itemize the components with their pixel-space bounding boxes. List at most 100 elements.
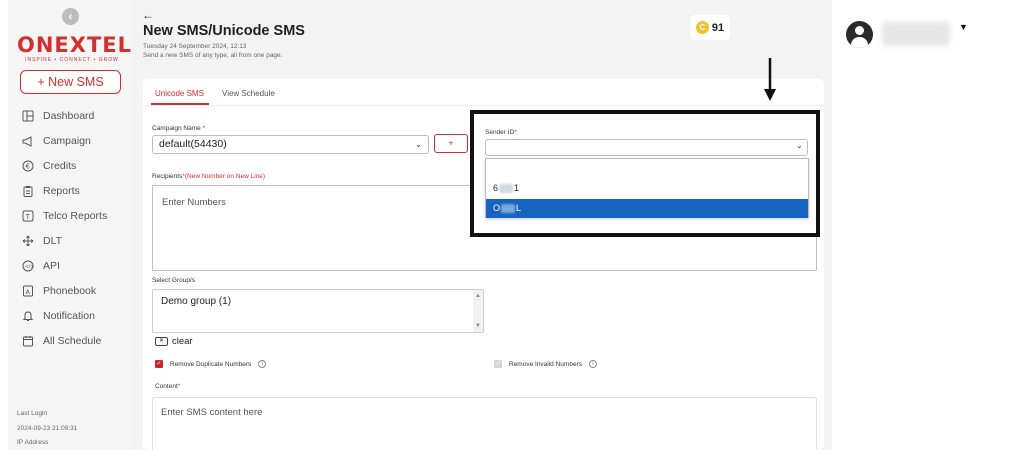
remove-duplicates-row: ✓ Remove Duplicate Numbers i bbox=[155, 360, 267, 368]
dashboard-icon bbox=[22, 110, 34, 122]
remove-invalid-row: ✓ Remove Invalid Numbers i bbox=[494, 360, 597, 368]
clipboard-icon bbox=[22, 185, 34, 197]
sidebar: ‹ ONEXTEL INSPIRE • CONNECT • GROW + New… bbox=[8, 0, 133, 450]
remove-invalid-checkbox[interactable]: ✓ bbox=[494, 360, 502, 368]
svg-text:</>: </> bbox=[25, 264, 34, 270]
back-arrow-icon[interactable]: ← bbox=[142, 8, 154, 22]
campaign-name-label-text: Campaign Name bbox=[152, 125, 201, 132]
redacted-text bbox=[499, 184, 514, 194]
calendar-icon bbox=[22, 335, 34, 347]
api-icon: </> bbox=[22, 260, 34, 272]
page-title: New SMS/Unicode SMS bbox=[143, 23, 305, 39]
page-date: Tuesday 24 September 2024, 12:13 bbox=[143, 43, 247, 50]
tab-divider bbox=[143, 105, 824, 106]
sender-id-dropdown-list: 61 OL bbox=[485, 158, 809, 218]
sidebar-item-dlt[interactable]: DLT bbox=[22, 228, 134, 253]
coin-icon: C bbox=[695, 21, 709, 34]
move-icon bbox=[22, 235, 34, 247]
groups-scrollbar[interactable]: ▲ ▼ bbox=[473, 290, 483, 332]
chevron-down-icon: ⌄ bbox=[796, 141, 803, 150]
sms-content-textarea[interactable]: Enter SMS content here bbox=[152, 397, 817, 450]
tab-unicode-sms[interactable]: Unicode SMS bbox=[155, 89, 204, 98]
credits-value: 91 bbox=[711, 21, 725, 34]
groups-listbox[interactable]: Demo group (1) ▲ ▼ bbox=[152, 289, 484, 333]
sidebar-item-label: DLT bbox=[43, 234, 63, 247]
sidebar-item-notification[interactable]: Notification bbox=[22, 303, 134, 328]
coin-icon: € bbox=[22, 160, 34, 172]
sender-option-prefix: 6 bbox=[493, 183, 499, 193]
svg-text:A: A bbox=[26, 287, 31, 295]
add-campaign-button[interactable]: + bbox=[434, 134, 468, 153]
collapse-sidebar-icon[interactable]: ‹ bbox=[62, 8, 79, 25]
select-groups-label: Select Group/s bbox=[152, 277, 195, 284]
sidebar-item-telco-reports[interactable]: T Telco Reports bbox=[22, 203, 134, 228]
sender-option-suffix: L bbox=[516, 203, 522, 213]
avatar[interactable] bbox=[846, 21, 873, 48]
content-label: Content* bbox=[155, 383, 181, 390]
redacted-text bbox=[501, 204, 516, 214]
megaphone-icon bbox=[22, 135, 34, 147]
sidebar-item-label: Notification bbox=[43, 309, 95, 322]
campaign-name-label: Campaign Name * bbox=[152, 125, 206, 132]
content-label-text: Content bbox=[155, 383, 178, 390]
logo: ONEXTEL INSPIRE • CONNECT • GROW bbox=[17, 33, 133, 63]
remove-invalid-label: Remove Invalid Numbers bbox=[509, 360, 582, 368]
scroll-down-icon[interactable]: ▼ bbox=[475, 323, 481, 329]
user-panel: ▼ bbox=[832, 0, 1024, 450]
sender-id-label-text: Sender ID bbox=[485, 129, 515, 136]
sidebar-item-phonebook[interactable]: A Phonebook bbox=[22, 278, 134, 303]
last-login-value: 2024-09-23 21:09:31 bbox=[17, 424, 78, 432]
campaign-name-select[interactable]: default(54430) ⌄ bbox=[152, 135, 429, 154]
new-sms-button[interactable]: + New SMS bbox=[20, 70, 121, 94]
sender-option-prefix: O bbox=[493, 203, 501, 213]
recipients-label: Recipients*(New Number on New Line) bbox=[152, 173, 266, 180]
sender-id-highlight-frame: Sender ID* ⌄ 61 OL bbox=[470, 110, 820, 237]
sidebar-item-all-schedule[interactable]: All Schedule bbox=[22, 328, 134, 353]
sidebar-item-campaign[interactable]: Campaign bbox=[22, 128, 134, 153]
last-login-info: Last Login 2024-09-23 21:09:31 IP Addres… bbox=[17, 407, 77, 450]
sender-id-select[interactable]: ⌄ bbox=[485, 139, 808, 156]
phonebook-icon: A bbox=[22, 285, 34, 297]
sidebar-item-label: Phonebook bbox=[43, 284, 97, 297]
avatar-body bbox=[851, 37, 868, 48]
logo-tagline: INSPIRE • CONNECT • GROW bbox=[25, 57, 119, 63]
credits-badge[interactable]: C 91 bbox=[690, 15, 730, 40]
info-icon[interactable]: i bbox=[588, 360, 597, 368]
sidebar-item-label: Telco Reports bbox=[43, 209, 108, 222]
svg-text:€: € bbox=[26, 162, 30, 170]
ip-address-label: IP Address bbox=[17, 439, 49, 446]
sender-id-option-selected[interactable]: OL bbox=[486, 199, 808, 218]
logo-text: ONEXTEL bbox=[17, 33, 133, 57]
remove-duplicates-checkbox[interactable]: ✓ bbox=[155, 360, 163, 368]
sidebar-item-api[interactable]: </> API bbox=[22, 253, 134, 278]
info-icon[interactable]: i bbox=[258, 360, 267, 368]
annotation-arrow-icon bbox=[764, 58, 776, 101]
sender-id-option[interactable]: 61 bbox=[486, 179, 808, 198]
telco-icon: T bbox=[22, 210, 34, 222]
user-name-redacted[interactable] bbox=[882, 22, 950, 46]
campaign-name-value: default(54430) bbox=[159, 138, 227, 150]
clear-groups-button[interactable]: ✕ clear bbox=[155, 336, 193, 347]
sidebar-item-credits[interactable]: € Credits bbox=[22, 153, 134, 178]
scroll-up-icon[interactable]: ▲ bbox=[475, 293, 481, 299]
recipients-label-text: Recipients bbox=[152, 173, 183, 180]
group-option[interactable]: Demo group (1) bbox=[161, 296, 231, 307]
page-subtitle: Send a new SMS of any type, all from one… bbox=[143, 52, 283, 59]
caret-down-icon[interactable]: ▼ bbox=[959, 22, 968, 32]
sidebar-item-label: Reports bbox=[43, 184, 80, 197]
bell-icon bbox=[22, 310, 34, 322]
sidebar-item-label: API bbox=[43, 259, 60, 272]
clear-icon: ✕ bbox=[155, 337, 168, 346]
sidebar-item-label: Credits bbox=[43, 159, 77, 172]
avatar-head bbox=[855, 26, 864, 35]
clear-label: clear bbox=[172, 336, 193, 347]
sidebar-item-reports[interactable]: Reports bbox=[22, 178, 134, 203]
sidebar-item-label: Dashboard bbox=[43, 109, 95, 122]
chevron-down-icon: ⌄ bbox=[415, 140, 422, 149]
sidebar-item-label: All Schedule bbox=[43, 334, 102, 347]
sender-id-label: Sender ID* bbox=[485, 129, 517, 136]
recipients-note: (New Number on New Line) bbox=[184, 173, 266, 180]
sidebar-item-dashboard[interactable]: Dashboard bbox=[22, 103, 134, 128]
tab-view-schedule[interactable]: View Schedule bbox=[222, 89, 275, 98]
sidebar-item-label: Campaign bbox=[43, 134, 91, 147]
